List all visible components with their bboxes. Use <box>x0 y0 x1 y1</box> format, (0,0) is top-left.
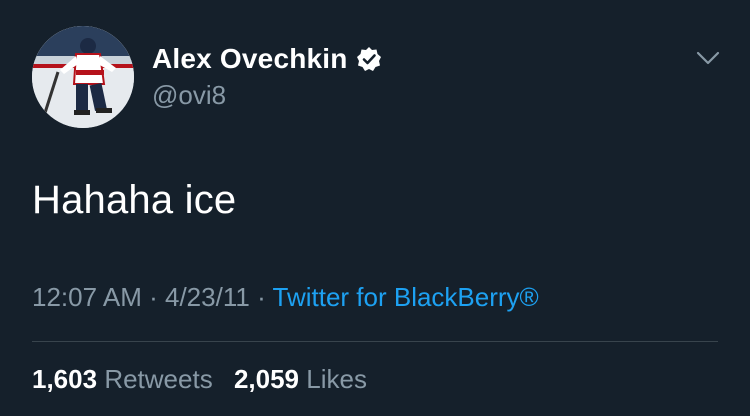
retweets-stat[interactable]: 1,603 Retweets <box>32 364 220 394</box>
tweet-time[interactable]: 12:07 AM <box>32 282 142 312</box>
likes-stat[interactable]: 2,059 Likes <box>234 364 367 394</box>
likes-label: Likes <box>306 364 367 394</box>
avatar[interactable] <box>32 26 134 128</box>
hockey-player-avatar <box>32 26 134 128</box>
tweet-header: Alex Ovechkin @ovi8 <box>152 42 382 111</box>
tweet-text: Hahaha ice <box>32 178 237 222</box>
retweets-count: 1,603 <box>32 364 98 394</box>
tweet-stats: 1,603 Retweets 2,059 Likes <box>32 364 367 395</box>
verified-badge-icon <box>356 46 382 72</box>
tweet-source-link[interactable]: Twitter for BlackBerry® <box>273 282 539 312</box>
tweet-card: Alex Ovechkin @ovi8 Hahaha ice 12:07 AM … <box>0 0 750 416</box>
chevron-down-icon[interactable] <box>694 48 722 68</box>
name-row: Alex Ovechkin <box>152 42 382 76</box>
meta-separator: · <box>149 282 158 312</box>
meta-separator: · <box>257 282 266 312</box>
display-name[interactable]: Alex Ovechkin <box>152 43 348 75</box>
likes-count: 2,059 <box>233 364 300 394</box>
tweet-meta: 12:07 AM · 4/23/11 · Twitter for BlackBe… <box>32 282 539 313</box>
user-handle[interactable]: @ovi8 <box>152 80 382 111</box>
divider <box>32 341 718 342</box>
tweet-date[interactable]: 4/23/11 <box>165 282 250 312</box>
retweets-label: Retweets <box>104 364 213 394</box>
